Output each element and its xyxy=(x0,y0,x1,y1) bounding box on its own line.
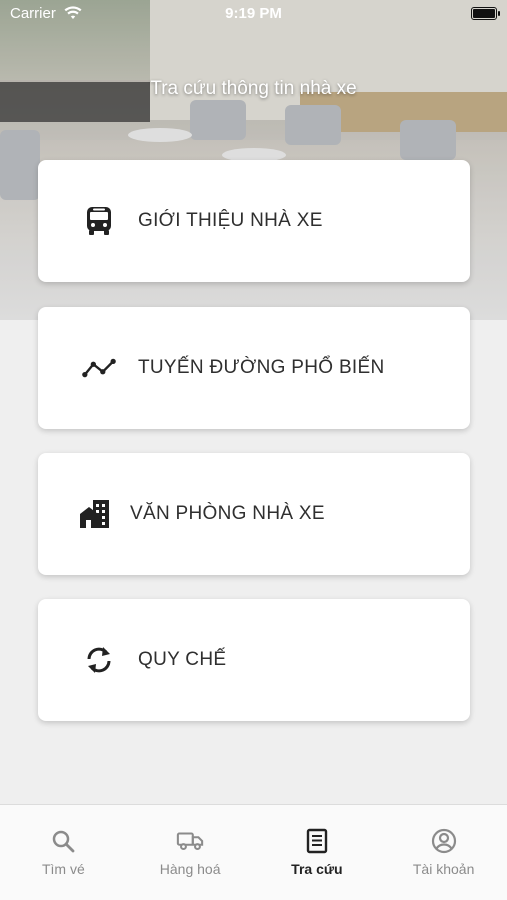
page-title: Tra cứu thông tin nhà xe xyxy=(150,78,357,99)
tab-label: Tra cứu xyxy=(291,861,343,877)
menu-item-regulations[interactable]: QUY CHẾ xyxy=(38,599,470,721)
tab-goods[interactable]: Hàng hoá xyxy=(127,805,254,900)
route-line-icon xyxy=(82,351,116,385)
office-building-icon xyxy=(78,497,112,531)
tab-search-ticket[interactable]: Tìm vé xyxy=(0,805,127,900)
menu-item-offices[interactable]: VĂN PHÒNG NHÀ XE xyxy=(38,453,470,575)
search-icon xyxy=(49,827,77,855)
bus-icon xyxy=(82,204,116,238)
tab-account[interactable]: Tài khoản xyxy=(380,805,507,900)
menu-item-label: QUY CHẾ xyxy=(138,649,227,670)
truck-icon xyxy=(176,827,204,855)
tab-label: Tìm vé xyxy=(41,861,85,877)
account-icon xyxy=(430,827,458,855)
status-bar: Carrier 9:19 PM xyxy=(0,0,507,28)
receipt-icon xyxy=(303,827,331,855)
battery-icon xyxy=(471,7,500,20)
tab-label: Hàng hoá xyxy=(159,861,221,877)
tab-bar: Tìm vé Hàng hoá Tra cứu Tài khoản xyxy=(0,804,507,900)
menu-item-company-intro[interactable]: GIỚI THIỆU NHÀ XE xyxy=(38,160,470,282)
menu-item-label: GIỚI THIỆU NHÀ XE xyxy=(138,210,323,231)
menu-item-label: TUYẾN ĐƯỜNG PHỔ BIẾN xyxy=(138,357,385,378)
menu-item-popular-routes[interactable]: TUYẾN ĐƯỜNG PHỔ BIẾN xyxy=(38,307,470,429)
tab-lookup[interactable]: Tra cứu xyxy=(254,805,381,900)
sync-icon xyxy=(82,643,116,677)
tab-label: Tài khoản xyxy=(412,861,475,877)
menu-item-label: VĂN PHÒNG NHÀ XE xyxy=(130,503,325,524)
clock: 9:19 PM xyxy=(225,5,282,22)
